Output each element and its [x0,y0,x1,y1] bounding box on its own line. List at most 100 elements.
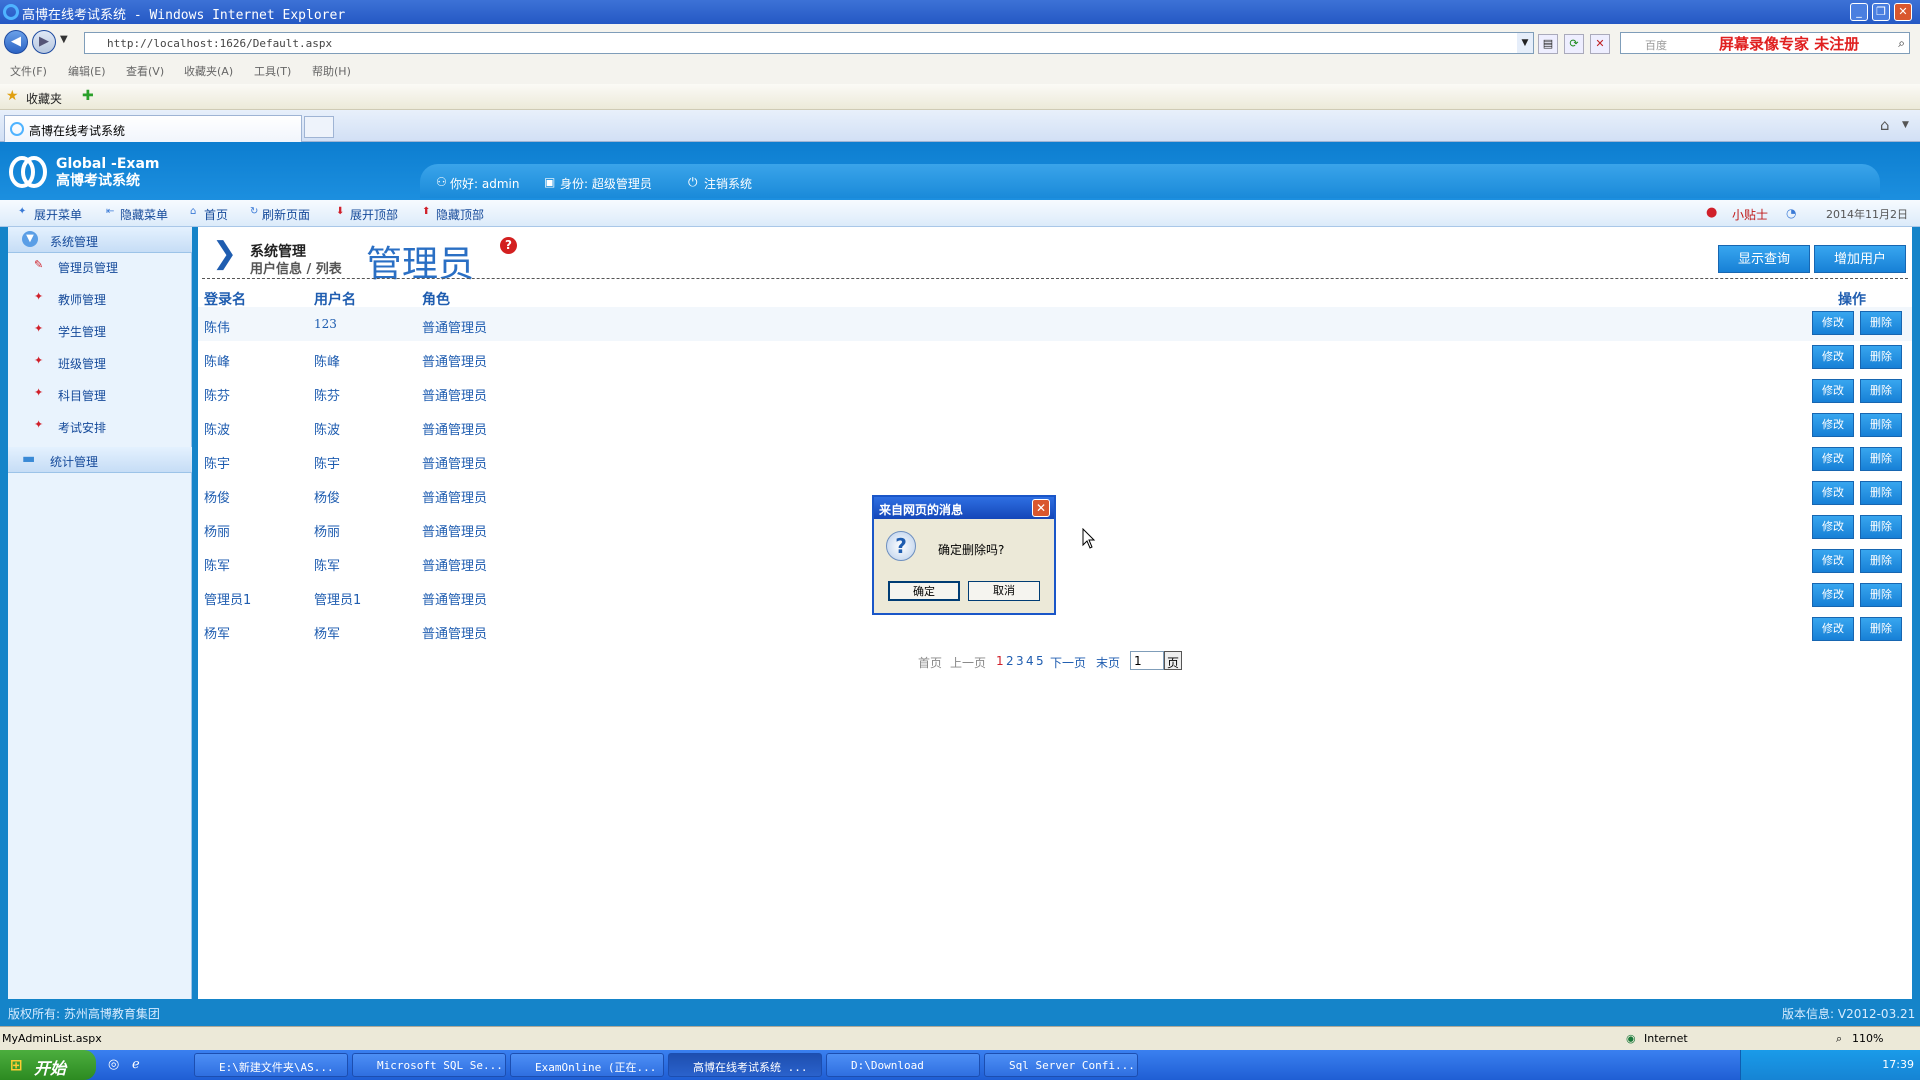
pager-page-4[interactable]: 4 [1026,654,1034,668]
pager-page-5[interactable]: 5 [1036,654,1044,668]
cell-username: 123 [314,317,337,331]
sidebar-group-stats[interactable]: ▬ 统计管理 [8,447,192,473]
edit-button[interactable]: 修改 [1812,311,1854,335]
refresh-link[interactable]: 刷新页面 [262,206,310,223]
logout-link[interactable]: 注销系统 [704,175,752,192]
menu-help[interactable]: 帮助(H) [312,63,351,79]
pager-input[interactable]: 1 [1130,651,1164,670]
pin-icon: ✦ [34,418,44,431]
pager-first[interactable]: 首页 [918,654,942,671]
zoom-level[interactable]: 110% [1852,1032,1883,1045]
pager-page-1[interactable]: 1 [996,654,1004,668]
taskbar-item-download[interactable]: D:\Download [826,1053,980,1077]
edit-button[interactable]: 修改 [1812,515,1854,539]
cell-role: 普通管理员 [422,525,488,540]
hide-top-link[interactable]: 隐藏顶部 [436,206,484,223]
new-tab-button[interactable] [304,116,334,138]
delete-button[interactable]: 删除 [1860,311,1902,335]
cancel-button[interactable]: 取消 [968,581,1040,601]
expand-top-link[interactable]: 展开顶部 [350,206,398,223]
pager-prev[interactable]: 上一页 [950,654,986,671]
taskbar-item-explorer[interactable]: E:\新建文件夹\AS... [194,1053,348,1077]
pager-last[interactable]: 末页 [1096,654,1120,671]
delete-button[interactable]: 删除 [1860,481,1902,505]
restore-button[interactable]: ❐ [1872,3,1890,21]
edit-button[interactable]: 修改 [1812,345,1854,369]
quicklaunch-ie-icon[interactable]: ℯ [132,1057,140,1072]
pager-page-3[interactable]: 3 [1016,654,1024,668]
cell-role: 普通管理员 [422,321,488,336]
stop-icon[interactable]: ✕ [1590,34,1610,54]
edit-button[interactable]: 修改 [1812,549,1854,573]
address-dropdown-icon[interactable]: ▼ [1517,33,1533,53]
history-dropdown-icon[interactable]: ▼ [60,34,68,45]
refresh-icon[interactable]: ⟳ [1564,34,1584,54]
edit-button[interactable]: 修改 [1812,413,1854,437]
favorites-star-icon: ★ [6,88,19,104]
taskbar-item-sql[interactable]: Microsoft SQL Se... [352,1053,506,1077]
pager-page-2[interactable]: 2 [1006,654,1014,668]
edit-button[interactable]: 修改 [1812,447,1854,471]
expand-menu-link[interactable]: 展开菜单 [34,206,82,223]
help-icon[interactable]: ? [500,237,517,254]
power-icon[interactable]: ⏻ [688,175,698,190]
dialog-message: 确定删除吗? [938,543,1005,557]
window-close-button[interactable]: ✕ [1894,3,1912,21]
pager-next[interactable]: 下一页 [1050,654,1086,671]
cell-username: 杨俊 [314,491,341,506]
sidebar-group-system[interactable]: ▼ 系统管理 [8,227,192,253]
sidebar-item-class[interactable]: ✦ 班级管理 [8,349,192,375]
menu-view[interactable]: 查看(V) [126,63,164,79]
minimize-button[interactable]: _ [1850,3,1868,21]
search-icon[interactable]: ⌕ [1898,36,1905,51]
show-query-button[interactable]: 显示查询 [1718,245,1810,273]
sidebar-item-teacher[interactable]: ✦ 教师管理 [8,285,192,311]
edit-button[interactable]: 修改 [1812,379,1854,403]
sidebar-item-exam[interactable]: ✦ 考试安排 [8,413,192,439]
delete-button[interactable]: 删除 [1860,617,1902,641]
delete-button[interactable]: 删除 [1860,345,1902,369]
taskbar-item-ie[interactable]: 高博在线考试系统 ... [668,1053,822,1077]
home-dropdown-icon[interactable]: ▼ [1902,120,1909,130]
address-bar[interactable]: http://localhost:1626/Default.aspx ▼ [84,32,1534,54]
compat-view-icon[interactable]: ▤ [1538,34,1558,54]
menu-file[interactable]: 文件(F) [10,63,47,79]
delete-button[interactable]: 删除 [1860,515,1902,539]
edit-button[interactable]: 修改 [1812,617,1854,641]
edit-button[interactable]: 修改 [1812,481,1854,505]
edit-button[interactable]: 修改 [1812,583,1854,607]
pager-go-button[interactable]: 页 [1164,651,1182,670]
pin-icon: ✦ [34,354,44,367]
start-button[interactable]: ⊞ 开始 [0,1050,96,1080]
delete-button[interactable]: 删除 [1860,583,1902,607]
menu-favorites[interactable]: 收藏夹(A) [184,63,233,79]
tab-active[interactable]: 高博在线考试系统 [4,115,302,142]
add-favorite-icon[interactable]: ✚ [82,88,94,104]
back-button[interactable]: ◀ [4,30,28,54]
ok-button[interactable]: 确定 [888,581,960,601]
search-box[interactable]: 百度 屏幕录像专家 未注册 ⌕ [1620,32,1910,54]
tip-link[interactable]: 小贴士 [1732,206,1768,223]
quicklaunch-icon[interactable]: ◎ [108,1057,119,1072]
taskbar-item-sqlconfig[interactable]: Sql Server Confi... [984,1053,1138,1077]
menu-edit[interactable]: 编辑(E) [68,63,106,79]
forward-button[interactable]: ▶ [32,30,56,54]
delete-button[interactable]: 删除 [1860,413,1902,437]
cell-login: 陈伟 [204,321,231,336]
home-link[interactable]: 首页 [204,206,228,223]
delete-button[interactable]: 删除 [1860,379,1902,403]
hide-menu-link[interactable]: 隐藏菜单 [120,206,168,223]
sidebar-item-subject[interactable]: ✦ 科目管理 [8,381,192,407]
sidebar-item-admin[interactable]: ✎ 管理员管理 [8,253,192,279]
sidebar-item-student[interactable]: ✦ 学生管理 [8,317,192,343]
taskbar-item-vs[interactable]: ExamOnline (正在... [510,1053,664,1077]
delete-button[interactable]: 删除 [1860,549,1902,573]
menu-tools[interactable]: 工具(T) [254,63,291,79]
favorites-button[interactable]: 收藏夹 [26,90,62,107]
sidebar-item-label: 教师管理 [58,293,107,307]
dialog-close-button[interactable]: ✕ [1032,499,1050,517]
delete-button[interactable]: 删除 [1860,447,1902,471]
menu-bar: 文件(F) 编辑(E) 查看(V) 收藏夹(A) 工具(T) 帮助(H) [0,60,1920,80]
add-user-button[interactable]: 增加用户 [1814,245,1906,273]
home-icon[interactable]: ⌂ [1880,116,1890,134]
